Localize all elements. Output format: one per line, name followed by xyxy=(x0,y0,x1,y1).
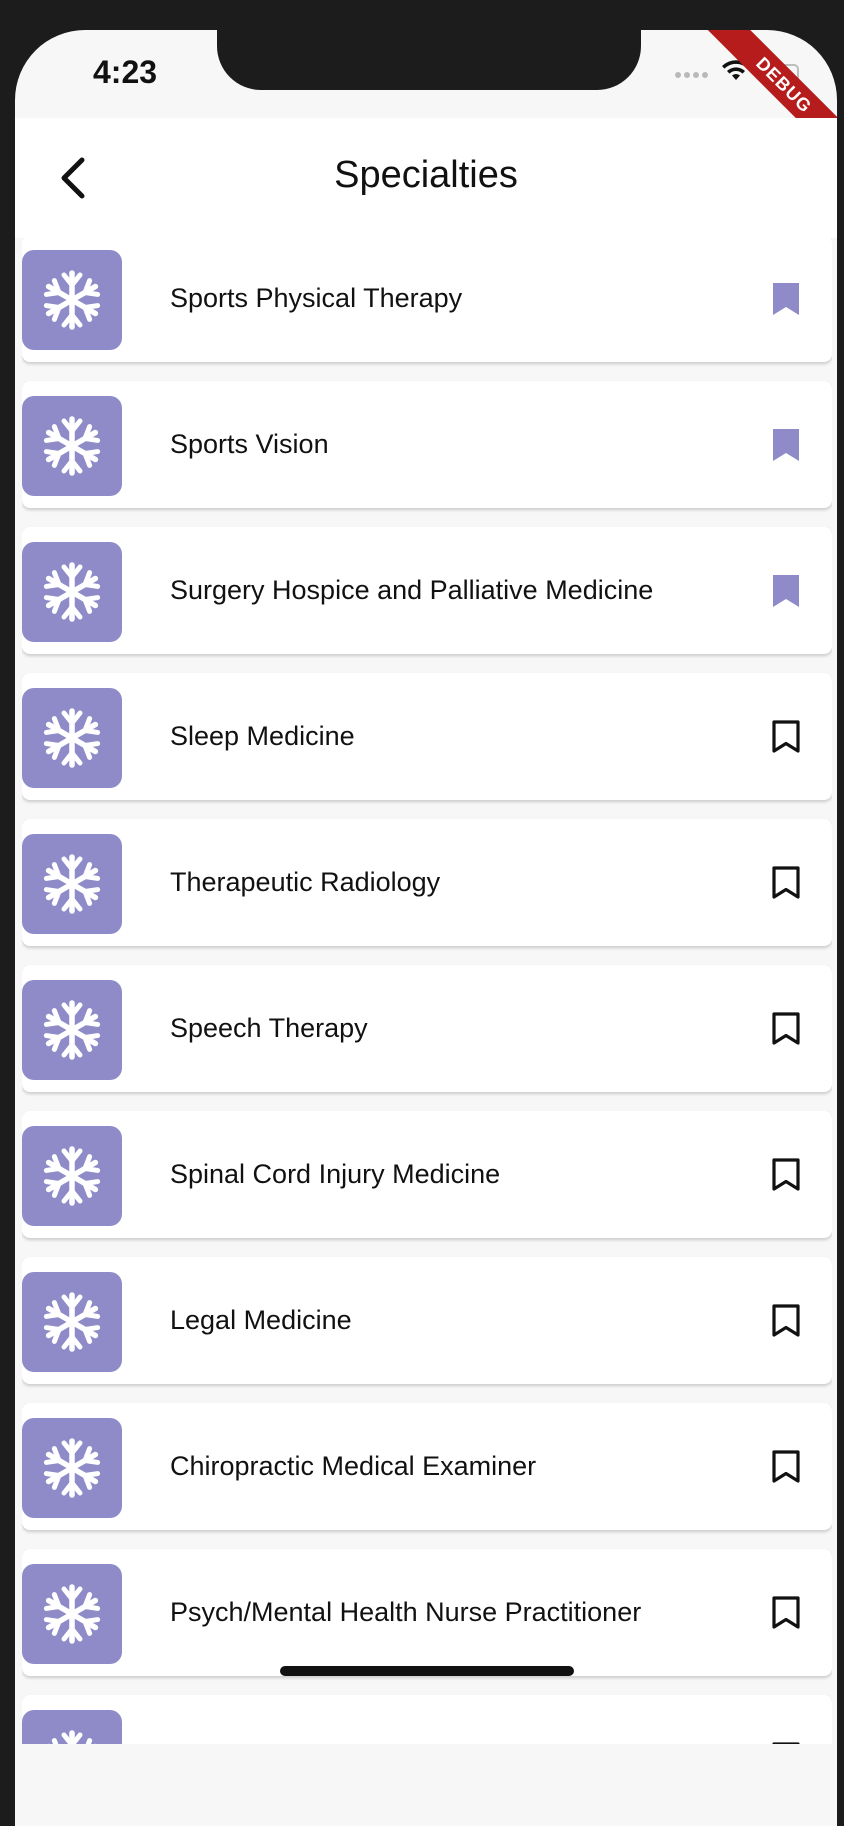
list-item-label: Speech Therapy xyxy=(170,1013,368,1043)
bookmark-filled-icon[interactable] xyxy=(768,571,804,611)
snowflake-icon xyxy=(22,1564,122,1664)
snowflake-icon xyxy=(22,1126,122,1226)
snowflake-icon xyxy=(22,250,122,350)
list-item[interactable]: Sports Physical Therapy xyxy=(22,238,832,362)
list-item[interactable]: Sports Vision xyxy=(22,381,832,508)
bookmark-outline-icon[interactable] xyxy=(768,1593,804,1633)
list-item[interactable]: Speech Therapy xyxy=(22,965,832,1092)
bookmark-outline-icon[interactable] xyxy=(768,1447,804,1487)
snowflake-icon xyxy=(22,688,122,788)
list-item[interactable]: Sleep Medicine xyxy=(22,673,832,800)
bookmark-outline-icon[interactable] xyxy=(768,717,804,757)
list-item-label: Sleep Medicine xyxy=(170,721,355,751)
list-item[interactable]: Psych/Mental Health Nurse Practitioner xyxy=(22,1549,832,1676)
list-item-label: Spinal Cord Injury Medicine xyxy=(170,1159,501,1189)
list-item[interactable]: Legal Medicine xyxy=(22,1257,832,1384)
list-item[interactable]: Chiropractic Medical Examiner xyxy=(22,1403,832,1530)
list-item-label: Surgery Hospice and Palliative Medicine xyxy=(170,575,654,605)
device-notch xyxy=(217,30,641,90)
list-item-label: Chiropractic Medical Examiner xyxy=(170,1451,537,1481)
home-indicator xyxy=(280,1666,574,1676)
app-bar: Specialties xyxy=(15,118,837,238)
list-item-label: MOHS-Micrographic Surgery xyxy=(170,1695,517,1744)
bookmark-outline-icon[interactable] xyxy=(768,1009,804,1049)
list-item-label: Therapeutic Radiology xyxy=(170,867,441,897)
list-item-label: Sports Vision xyxy=(170,429,329,459)
list-item[interactable]: Surgery Hospice and Palliative Medicine xyxy=(22,527,832,654)
bookmark-filled-icon[interactable] xyxy=(768,279,804,319)
list-item-label: Legal Medicine xyxy=(170,1305,352,1335)
list-item-label: Sports Physical Therapy xyxy=(170,283,463,313)
snowflake-icon xyxy=(22,1418,122,1518)
snowflake-icon xyxy=(22,834,122,934)
snowflake-icon xyxy=(22,396,122,496)
bookmark-outline-icon[interactable] xyxy=(768,1155,804,1195)
list-item[interactable]: Spinal Cord Injury Medicine xyxy=(22,1111,832,1238)
bookmark-outline-icon[interactable] xyxy=(768,1739,804,1744)
snowflake-icon xyxy=(22,980,122,1080)
list-item[interactable]: MOHS-Micrographic Surgery xyxy=(22,1695,832,1744)
list-item[interactable]: Therapeutic Radiology xyxy=(22,819,832,946)
snowflake-icon xyxy=(22,542,122,642)
specialty-list[interactable]: Sports Physical Therapy Sports Vision Surg… xyxy=(22,238,832,1744)
snowflake-icon xyxy=(22,1710,122,1744)
snowflake-icon xyxy=(22,1272,122,1372)
bookmark-outline-icon[interactable] xyxy=(768,1301,804,1341)
page-title: Specialties xyxy=(334,154,518,196)
bookmark-filled-icon[interactable] xyxy=(768,425,804,465)
status-time: 4:23 xyxy=(93,54,158,90)
signal-icon xyxy=(675,65,711,83)
app-screen: 4:23 DEBUG Specialties Sports Physical T… xyxy=(15,30,837,1826)
bookmark-outline-icon[interactable] xyxy=(768,863,804,903)
list-item-label: Psych/Mental Health Nurse Practitioner xyxy=(170,1597,642,1627)
